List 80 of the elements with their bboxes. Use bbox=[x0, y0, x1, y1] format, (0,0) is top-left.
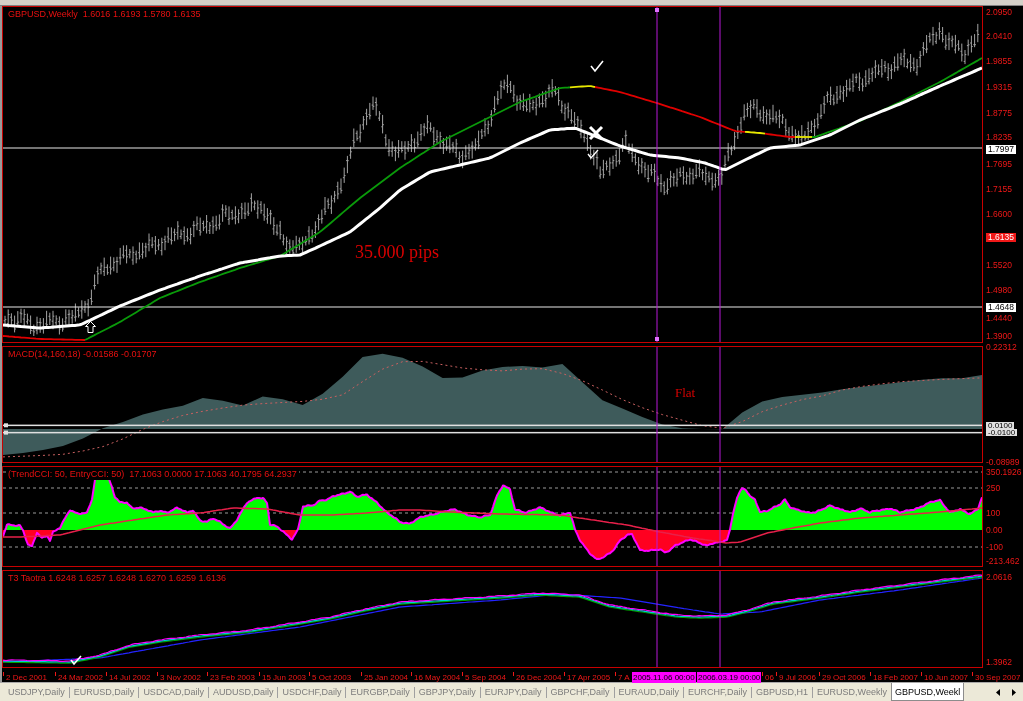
chart-tab[interactable]: EURUSD,Weekly bbox=[813, 683, 891, 701]
axis-label: 1.7695 bbox=[986, 159, 1012, 169]
axis-label: 1.8235 bbox=[986, 132, 1012, 142]
axis-label: -213.462 bbox=[986, 556, 1020, 566]
axis-label: 1.6600 bbox=[986, 209, 1012, 219]
up-arrow-icon bbox=[85, 321, 96, 333]
chart-tab[interactable]: EURUSD,Daily bbox=[69, 683, 139, 701]
indicator-header: (TrendCCI: 50, EntryCCI: 50) 17.1063 0.0000 17.1063 40.1795 64.2937 bbox=[8, 469, 299, 480]
check-icon bbox=[587, 149, 599, 160]
axis-label: 2.0616 bbox=[986, 572, 1012, 582]
chart-tab[interactable]: USDJPY,Daily bbox=[4, 683, 69, 701]
axis-label: 1.4440 bbox=[986, 313, 1012, 323]
axis-label: -0.08989 bbox=[986, 457, 1020, 467]
axis-label: 0.0100 bbox=[986, 421, 1015, 429]
axis-label: 1.4980 bbox=[986, 285, 1012, 295]
axis-label: 350.1926 bbox=[986, 467, 1022, 477]
axis-label: 250 bbox=[986, 483, 1001, 493]
line-handle[interactable] bbox=[655, 8, 659, 12]
chart-tab[interactable]: EURGBP,Daily bbox=[346, 683, 414, 701]
chart-tab[interactable]: AUDUSD,Daily bbox=[208, 683, 278, 701]
date-label: 10 Jun 2007 bbox=[921, 672, 970, 683]
date-label: 25 Jan 2004 bbox=[361, 672, 410, 683]
indicator-header: GBPUSD,Weekly 1.6016 1.6193 1.5780 1.6135 bbox=[8, 9, 203, 20]
axis-label: 0.22312 bbox=[986, 342, 1017, 352]
chart-tab[interactable]: USDCAD,Daily bbox=[139, 683, 208, 701]
date-label: 5 Sep 2004 bbox=[462, 672, 507, 683]
axis-label: 1.8775 bbox=[986, 108, 1012, 118]
check-icon bbox=[590, 60, 604, 73]
axis-label: 1.6135 bbox=[986, 232, 1016, 242]
date-label: 24 Mar 2002 bbox=[55, 672, 104, 683]
date-label: 23 Feb 2003 bbox=[207, 672, 256, 683]
chart-tab[interactable]: GBPUSD,Weekl bbox=[890, 683, 965, 701]
date-label: 7 A bbox=[615, 672, 631, 683]
date-label: 9 Jul 2006 bbox=[776, 672, 817, 683]
axis-label: 1.5520 bbox=[986, 260, 1012, 270]
axis-label: 1.9855 bbox=[986, 56, 1012, 66]
chart-tab[interactable]: EURCHF,Daily bbox=[684, 683, 752, 701]
date-label: 2 Dec 2001 bbox=[3, 672, 48, 683]
date-label: 3 Nov 2002 bbox=[157, 672, 202, 683]
cursor-date-label: 2005.11.06 00:00 bbox=[632, 672, 696, 683]
date-label: 06 bbox=[762, 672, 775, 683]
indicator-header: MACD(14,160,18) -0.01586 -0.01707 bbox=[8, 349, 159, 360]
indicator-header: T3 Taotra 1.6248 1.6257 1.6248 1.6270 1.6259 1.6136 bbox=[8, 573, 229, 584]
cross-icon bbox=[588, 125, 604, 141]
axis-label: 100 bbox=[986, 508, 1001, 518]
cci-positive-area bbox=[6, 524, 23, 530]
date-label: 26 Dec 2004 bbox=[513, 672, 563, 683]
chart-tab[interactable]: GBPJPY,Daily bbox=[414, 683, 480, 701]
axis-label: 1.3900 bbox=[986, 331, 1012, 341]
axis-label: 2.0950 bbox=[986, 7, 1012, 17]
chart-tab[interactable]: EURAUD,Daily bbox=[614, 683, 684, 701]
date-label: 14 Jul 2002 bbox=[106, 672, 152, 683]
date-label: 16 May 2004 bbox=[411, 672, 462, 683]
axis-label: 1.9315 bbox=[986, 82, 1012, 92]
chart-note: Flat bbox=[675, 386, 696, 401]
axis-label: 1.7155 bbox=[986, 184, 1012, 194]
date-label: 29 Oct 2006 bbox=[819, 672, 867, 683]
check-icon bbox=[70, 655, 82, 666]
chart-tab[interactable]: GBPUSD,H1 bbox=[752, 683, 813, 701]
chart-tab[interactable]: EURJPY,Daily bbox=[480, 683, 546, 701]
cursor-date-label: 2006.03.19 00:00 bbox=[697, 672, 762, 683]
chart-note: 35.000 pips bbox=[355, 243, 439, 263]
cci-negative-area bbox=[281, 530, 298, 540]
axis-label: -0.0100 bbox=[986, 429, 1018, 437]
caret-right-icon bbox=[1012, 688, 1016, 696]
axis-label: -100 bbox=[986, 542, 1003, 552]
date-label: 17 Apr 2005 bbox=[564, 672, 612, 683]
chart-tab[interactable]: USDCHF,Daily bbox=[278, 683, 346, 701]
date-label: 15 Jun 2003 bbox=[259, 672, 308, 683]
date-label: 5 Oct 2003 bbox=[309, 672, 353, 683]
chart-tab[interactable]: GBPCHF,Daily bbox=[546, 683, 614, 701]
axis-label: 1.4648 bbox=[986, 302, 1016, 312]
axis-label: 1.7997 bbox=[986, 144, 1016, 154]
date-label: 18 Feb 2007 bbox=[870, 672, 919, 683]
line-handle[interactable] bbox=[655, 337, 659, 341]
axis-label: 0.00 bbox=[986, 525, 1003, 535]
caret-left-icon bbox=[996, 688, 1000, 696]
date-label: 30 Sep 2007 bbox=[972, 672, 1022, 683]
axis-label: 2.0410 bbox=[986, 31, 1012, 41]
axis-label: 1.3962 bbox=[986, 657, 1012, 667]
